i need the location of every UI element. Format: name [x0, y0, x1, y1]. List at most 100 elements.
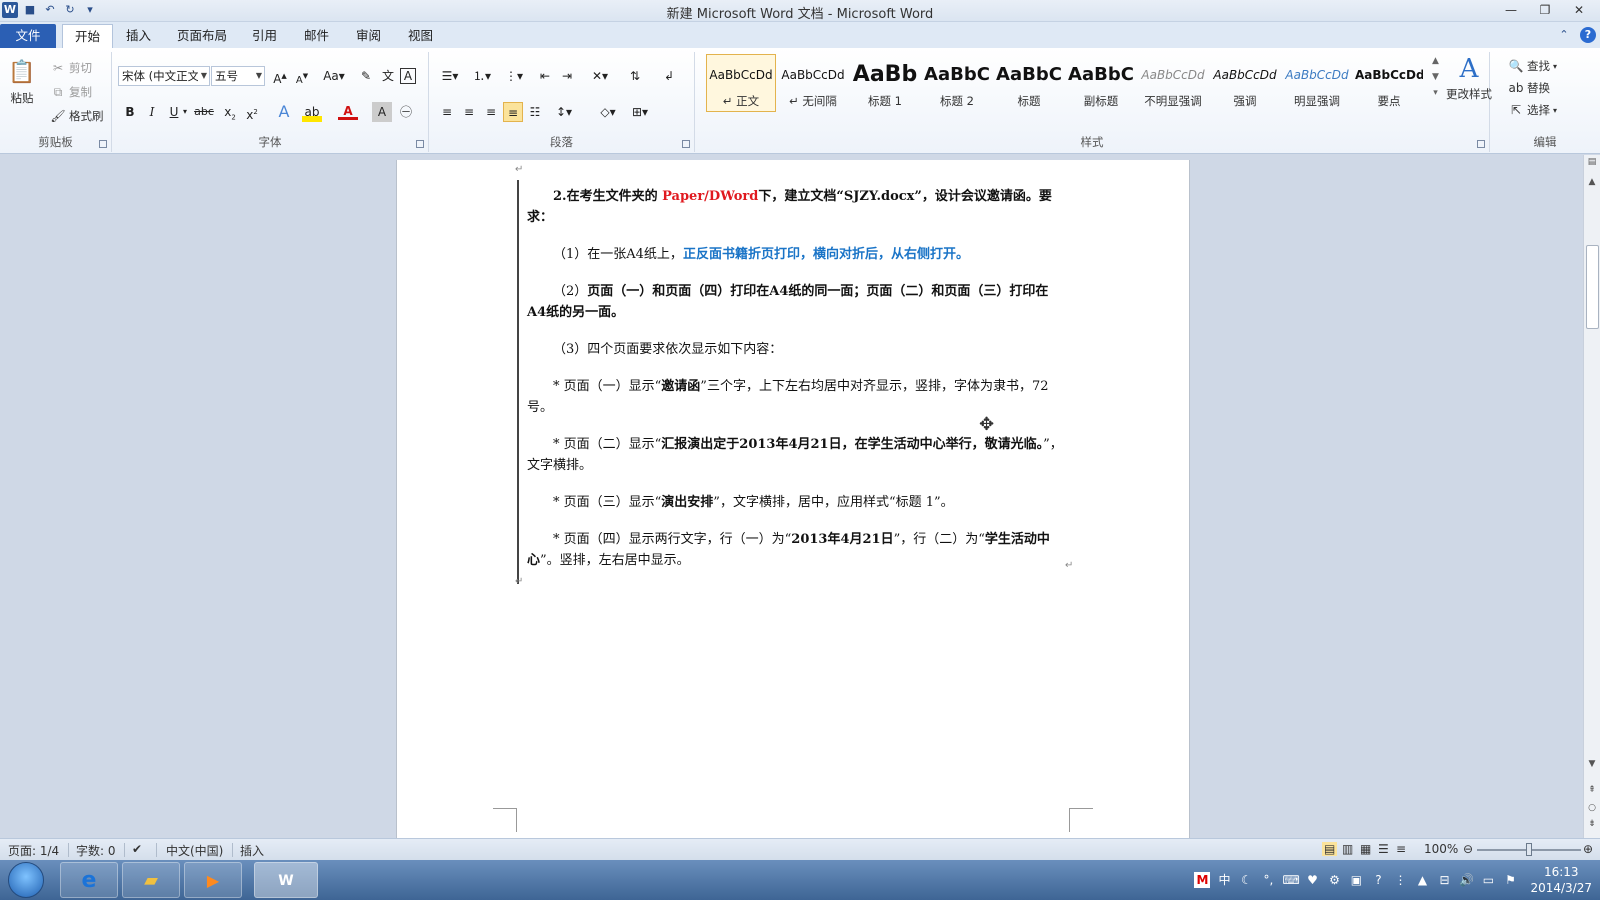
clipboard-launcher-icon[interactable] — [99, 140, 107, 148]
font-color-icon[interactable]: A — [338, 102, 358, 120]
scroll-up-icon[interactable]: ▲ — [1584, 177, 1600, 187]
next-page-icon[interactable]: ⇟ — [1584, 819, 1600, 829]
punctuation-icon[interactable]: °, — [1260, 872, 1276, 888]
proofing-icon[interactable]: ✔ — [132, 842, 142, 856]
more-icon[interactable]: ▾ — [1433, 88, 1438, 98]
line-spacing-icon[interactable]: ↕▾ — [551, 102, 577, 122]
clock[interactable]: 16:13 2014/3/27 — [1530, 864, 1592, 896]
tab-references[interactable]: 引用 — [240, 24, 289, 48]
sort-icon[interactable]: ⇅ — [625, 66, 645, 86]
tools-icon[interactable]: ⚙ — [1326, 872, 1342, 888]
outline-icon[interactable]: ☰ — [1378, 842, 1389, 856]
skin-icon[interactable]: ♥ — [1304, 872, 1320, 888]
shading-icon[interactable]: ◇▾ — [595, 102, 621, 122]
style-subtitle[interactable]: AaBbC 副标题 — [1066, 54, 1136, 112]
italic-icon[interactable]: I — [142, 102, 162, 122]
font-name-select[interactable]: 宋体 (中文正文) ▼ — [118, 66, 210, 86]
minimize-button[interactable]: — — [1494, 0, 1528, 20]
style-heading-1[interactable]: AaBb 标题 1 — [850, 54, 920, 112]
style-subtle-emphasis[interactable]: AaBbCcDd 不明显强调 — [1138, 54, 1208, 112]
find-button[interactable]: 🔍 查找 ▾ — [1508, 58, 1558, 74]
highlight-icon[interactable]: ab — [302, 102, 322, 122]
tab-home[interactable]: 开始 — [62, 24, 114, 48]
select-button[interactable]: ⇱ 选择 ▾ — [1508, 102, 1557, 118]
bold-icon[interactable]: B — [120, 102, 140, 122]
word-count[interactable]: 字数: 0 — [76, 842, 116, 859]
superscript-icon[interactable]: x2 — [242, 102, 262, 122]
tab-mailings[interactable]: 邮件 — [292, 24, 341, 48]
browse-object-icon[interactable]: ○ — [1584, 803, 1600, 813]
document-body[interactable]: 2.在考生文件夹的 Paper/DWord下，建立文档“SJZY.docx”，设… — [527, 186, 1067, 587]
style-normal[interactable]: AaBbCcDd ↵ 正文 — [706, 54, 776, 112]
chevron-up-icon[interactable]: ▲ — [1432, 56, 1439, 66]
align-left-icon[interactable]: ≡ — [437, 102, 457, 122]
restore-button[interactable]: ❐ — [1528, 0, 1562, 20]
decrease-indent-icon[interactable]: ⇤ — [535, 66, 555, 86]
full-screen-reading-icon[interactable]: ▥ — [1342, 842, 1353, 856]
vertical-scrollbar[interactable]: ▤ ▲ ▼ ⇞ ○ ⇟ — [1583, 155, 1600, 838]
font-size-select[interactable]: 五号 ▼ — [211, 66, 265, 86]
strikethrough-icon[interactable]: abc — [194, 102, 214, 122]
justify-icon[interactable]: ≡ — [503, 102, 523, 122]
previous-page-icon[interactable]: ⇞ — [1584, 785, 1600, 795]
tab-page-layout[interactable]: 页面布局 — [165, 24, 239, 48]
chinese-layout-icon[interactable]: ✕▾ — [587, 66, 613, 86]
zoom-slider-thumb[interactable] — [1526, 843, 1532, 856]
multilevel-list-icon[interactable]: ⋮▾ — [501, 66, 527, 86]
flag-icon[interactable]: ⚑ — [1502, 872, 1518, 888]
media-player-taskbar-icon[interactable]: ▶ — [184, 862, 242, 898]
change-case-icon[interactable]: Aa▾ — [320, 66, 348, 86]
tab-review[interactable]: 审阅 — [344, 24, 393, 48]
help-tray-icon[interactable]: ? — [1370, 872, 1386, 888]
style-strong[interactable]: AaBbCcDd 要点 — [1354, 54, 1424, 112]
align-right-icon[interactable]: ≡ — [481, 102, 501, 122]
word-taskbar-icon[interactable]: W — [254, 862, 318, 898]
insert-mode[interactable]: 插入 — [240, 842, 264, 859]
styles-scroll[interactable]: ▲ ▼ ▾ — [1432, 56, 1439, 98]
clear-formatting-icon[interactable]: ✎ — [356, 66, 376, 86]
chevron-down-icon[interactable]: ▼ — [1432, 72, 1439, 82]
font-launcher-icon[interactable] — [416, 140, 424, 148]
help-icon[interactable]: ? — [1580, 27, 1596, 43]
subscript-icon[interactable]: x2 — [220, 102, 240, 122]
page-count[interactable]: 页面: 1/4 — [8, 842, 59, 859]
web-layout-icon[interactable]: ▦ — [1360, 842, 1371, 856]
ime-m-icon[interactable]: M — [1194, 872, 1211, 888]
network-icon[interactable]: ⊟ — [1436, 872, 1452, 888]
ime-chinese-icon[interactable]: 中 — [1216, 872, 1232, 888]
settings-icon[interactable]: ▣ — [1348, 872, 1364, 888]
shrink-font-icon[interactable]: A▼ — [292, 66, 312, 86]
align-center-icon[interactable]: ≡ — [459, 102, 479, 122]
tab-file[interactable]: 文件 — [0, 24, 56, 48]
scroll-down-icon[interactable]: ▼ — [1584, 759, 1600, 769]
change-styles-button[interactable]: A 更改样式 — [1446, 54, 1492, 102]
tray-menu-icon[interactable]: ⋮ — [1392, 872, 1408, 888]
style-emphasis[interactable]: AaBbCcDd 强调 — [1210, 54, 1280, 112]
language[interactable]: 中文(中国) — [166, 842, 223, 859]
explorer-taskbar-icon[interactable]: ▰ — [122, 862, 180, 898]
ruler-toggle-icon[interactable]: ▤ — [1584, 157, 1600, 167]
ie-taskbar-icon[interactable]: e — [60, 862, 118, 898]
grow-font-icon[interactable]: A▲ — [270, 66, 290, 86]
keyboard-icon[interactable]: ⌨ — [1282, 872, 1299, 888]
increase-indent-icon[interactable]: ⇥ — [557, 66, 577, 86]
start-button[interactable] — [8, 862, 44, 898]
style-title[interactable]: AaBbC 标题 — [994, 54, 1064, 112]
tab-view[interactable]: 视图 — [396, 24, 445, 48]
volume-icon[interactable]: 🔊 — [1458, 872, 1474, 888]
moon-icon[interactable]: ☾ — [1238, 872, 1254, 888]
style-intense-emphasis[interactable]: AaBbCcDd 明显强调 — [1282, 54, 1352, 112]
paragraph-launcher-icon[interactable] — [682, 140, 690, 148]
replace-button[interactable]: ab 替换 — [1508, 80, 1551, 96]
zoom-in-icon[interactable]: ⊕ — [1583, 842, 1593, 856]
chevron-down-icon[interactable]: ▾ — [180, 102, 190, 122]
display-icon[interactable]: ▭ — [1480, 872, 1496, 888]
numbering-icon[interactable]: ⒈▾ — [469, 66, 495, 86]
zoom-level[interactable]: 100% — [1424, 842, 1458, 856]
document-page[interactable]: ↵ 2.在考生文件夹的 Paper/DWord下，建立文档“SJZY.docx”… — [396, 160, 1190, 838]
style-no-spacing[interactable]: AaBbCcDd ↵ 无间隔 — [778, 54, 848, 112]
copy-button[interactable]: ⧉ 复制 — [50, 84, 92, 100]
show-hidden-icons[interactable]: ▲ — [1414, 872, 1430, 888]
borders-icon[interactable]: ⊞▾ — [627, 102, 653, 122]
show-marks-icon[interactable]: ↲ — [659, 66, 679, 86]
